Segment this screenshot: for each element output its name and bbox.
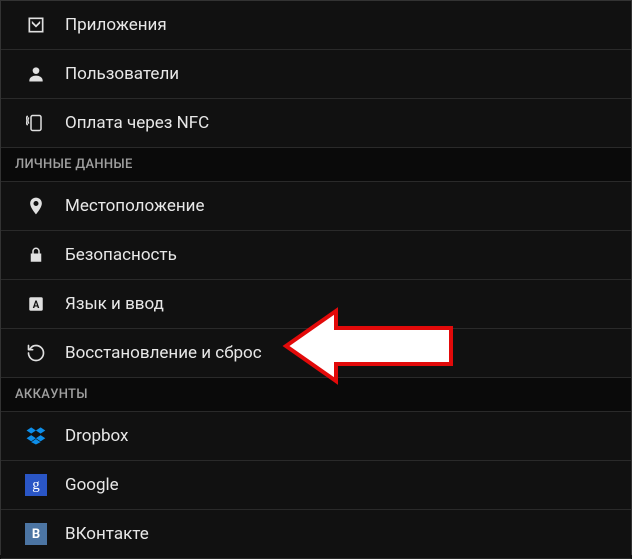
settings-item-security[interactable]: Безопасность	[1, 231, 631, 280]
settings-item-label: Местоположение	[65, 196, 205, 216]
settings-item-label: Оплата через NFC	[65, 113, 209, 133]
section-header-label: АККАУНТЫ	[15, 387, 88, 402]
settings-item-label: Dropbox	[65, 426, 129, 446]
section-header-personal: ЛИЧНЫЕ ДАННЫЕ	[1, 148, 631, 182]
settings-item-backup-reset[interactable]: Восстановление и сброс	[1, 329, 631, 378]
settings-item-dropbox[interactable]: Dropbox	[1, 412, 631, 461]
section-header-label: ЛИЧНЫЕ ДАННЫЕ	[15, 157, 133, 172]
users-icon	[25, 63, 47, 85]
settings-item-label: Восстановление и сброс	[65, 343, 262, 363]
settings-item-vkontakte[interactable]: В ВКонтакте	[1, 510, 631, 559]
settings-item-users[interactable]: Пользователи	[1, 50, 631, 99]
settings-item-label: Язык и ввод	[65, 294, 164, 314]
language-icon: A	[25, 293, 47, 315]
nfc-icon	[25, 112, 47, 134]
settings-item-label: Google	[65, 475, 119, 495]
restore-icon	[25, 342, 47, 364]
settings-item-label: Приложения	[65, 15, 167, 35]
dropbox-icon	[25, 425, 47, 447]
settings-item-label: Безопасность	[65, 245, 177, 265]
apps-icon	[25, 14, 47, 36]
section-header-accounts: АККАУНТЫ	[1, 378, 631, 412]
lock-icon	[25, 244, 47, 266]
settings-item-apps[interactable]: Приложения	[1, 1, 631, 50]
vkontakte-icon: В	[25, 523, 47, 545]
settings-item-location[interactable]: Местоположение	[1, 182, 631, 231]
google-icon: g	[25, 474, 47, 496]
settings-item-nfc-payment[interactable]: Оплата через NFC	[1, 99, 631, 148]
settings-item-label: ВКонтакте	[65, 524, 149, 544]
settings-item-google[interactable]: g Google	[1, 461, 631, 510]
location-icon	[25, 195, 47, 217]
svg-text:A: A	[33, 300, 40, 311]
settings-item-label: Пользователи	[65, 64, 179, 84]
settings-item-language[interactable]: A Язык и ввод	[1, 280, 631, 329]
settings-list: Приложения Пользователи Оплата через NFC…	[1, 1, 631, 559]
